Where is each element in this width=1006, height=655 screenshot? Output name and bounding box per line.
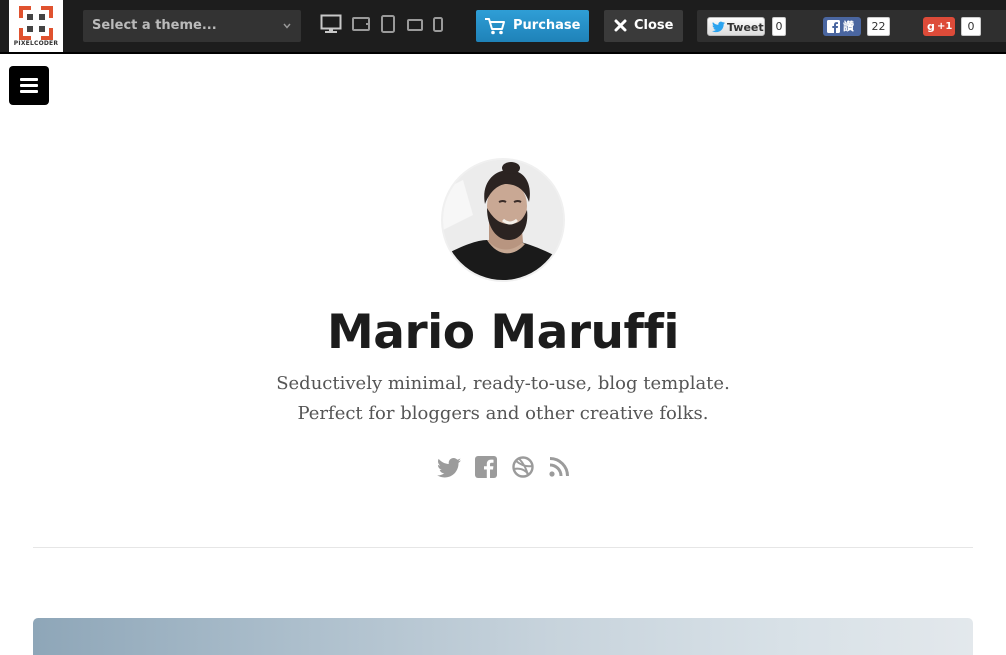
desktop-icon[interactable] bbox=[320, 14, 342, 34]
section-divider bbox=[33, 547, 973, 548]
theme-select[interactable]: Select a theme... bbox=[83, 10, 301, 42]
cart-icon bbox=[485, 18, 505, 35]
gplus-count: 0 bbox=[961, 17, 981, 36]
logo-mark-icon bbox=[19, 6, 53, 40]
gplus-icon: g bbox=[927, 20, 935, 33]
facebook-count: 22 bbox=[867, 17, 890, 36]
theme-select-placeholder: Select a theme... bbox=[92, 18, 217, 33]
preview-toolbar: PIXELCODER Select a theme... Purchase Cl… bbox=[0, 0, 1006, 54]
facebook-like-button[interactable]: 讚 bbox=[823, 17, 861, 36]
close-button[interactable]: Close bbox=[604, 10, 683, 42]
gplus-button[interactable]: g +1 bbox=[923, 17, 955, 36]
purchase-label: Purchase bbox=[513, 18, 581, 33]
hamburger-bar bbox=[20, 84, 38, 87]
tweet-count: 0 bbox=[772, 17, 786, 36]
author-social-links bbox=[437, 455, 577, 479]
tagline-line-1: Seductively minimal, ready-to-use, blog … bbox=[276, 373, 730, 394]
pixelcoder-logo[interactable]: PIXELCODER bbox=[9, 0, 63, 52]
tagline-line-2: Perfect for bloggers and other creative … bbox=[297, 403, 709, 424]
facebook-like-label: 讚 bbox=[843, 20, 854, 33]
close-label: Close bbox=[634, 18, 674, 33]
author-portrait-image bbox=[443, 160, 563, 280]
laptop-icon[interactable] bbox=[352, 16, 370, 32]
rss-icon[interactable] bbox=[549, 457, 569, 477]
share-buttons: Tweet 0 讚 22 g +1 0 bbox=[697, 10, 1006, 42]
chevron-down-icon bbox=[283, 23, 291, 29]
twitter-icon[interactable] bbox=[437, 458, 461, 478]
hamburger-bar bbox=[20, 90, 38, 93]
twitter-bird-icon bbox=[712, 21, 725, 33]
tweet-label: Tweet bbox=[727, 21, 764, 34]
facebook-icon bbox=[827, 20, 840, 33]
logo-text: PIXELCODER bbox=[13, 40, 59, 47]
tablet-landscape-icon[interactable] bbox=[407, 19, 423, 31]
tweet-button[interactable]: Tweet bbox=[707, 17, 765, 36]
author-name: Mario Maruffi bbox=[326, 305, 680, 360]
purchase-button[interactable]: Purchase bbox=[476, 10, 589, 42]
phone-icon[interactable] bbox=[433, 17, 443, 32]
hamburger-bar bbox=[20, 78, 38, 81]
dribbble-icon[interactable] bbox=[512, 456, 534, 478]
tablet-portrait-icon[interactable] bbox=[381, 15, 395, 33]
facebook-icon[interactable] bbox=[475, 456, 497, 478]
gplus-label: +1 bbox=[937, 21, 953, 32]
close-icon bbox=[614, 19, 627, 32]
menu-toggle-button[interactable] bbox=[9, 66, 49, 105]
featured-post-image[interactable] bbox=[33, 618, 973, 655]
author-avatar bbox=[441, 158, 565, 282]
